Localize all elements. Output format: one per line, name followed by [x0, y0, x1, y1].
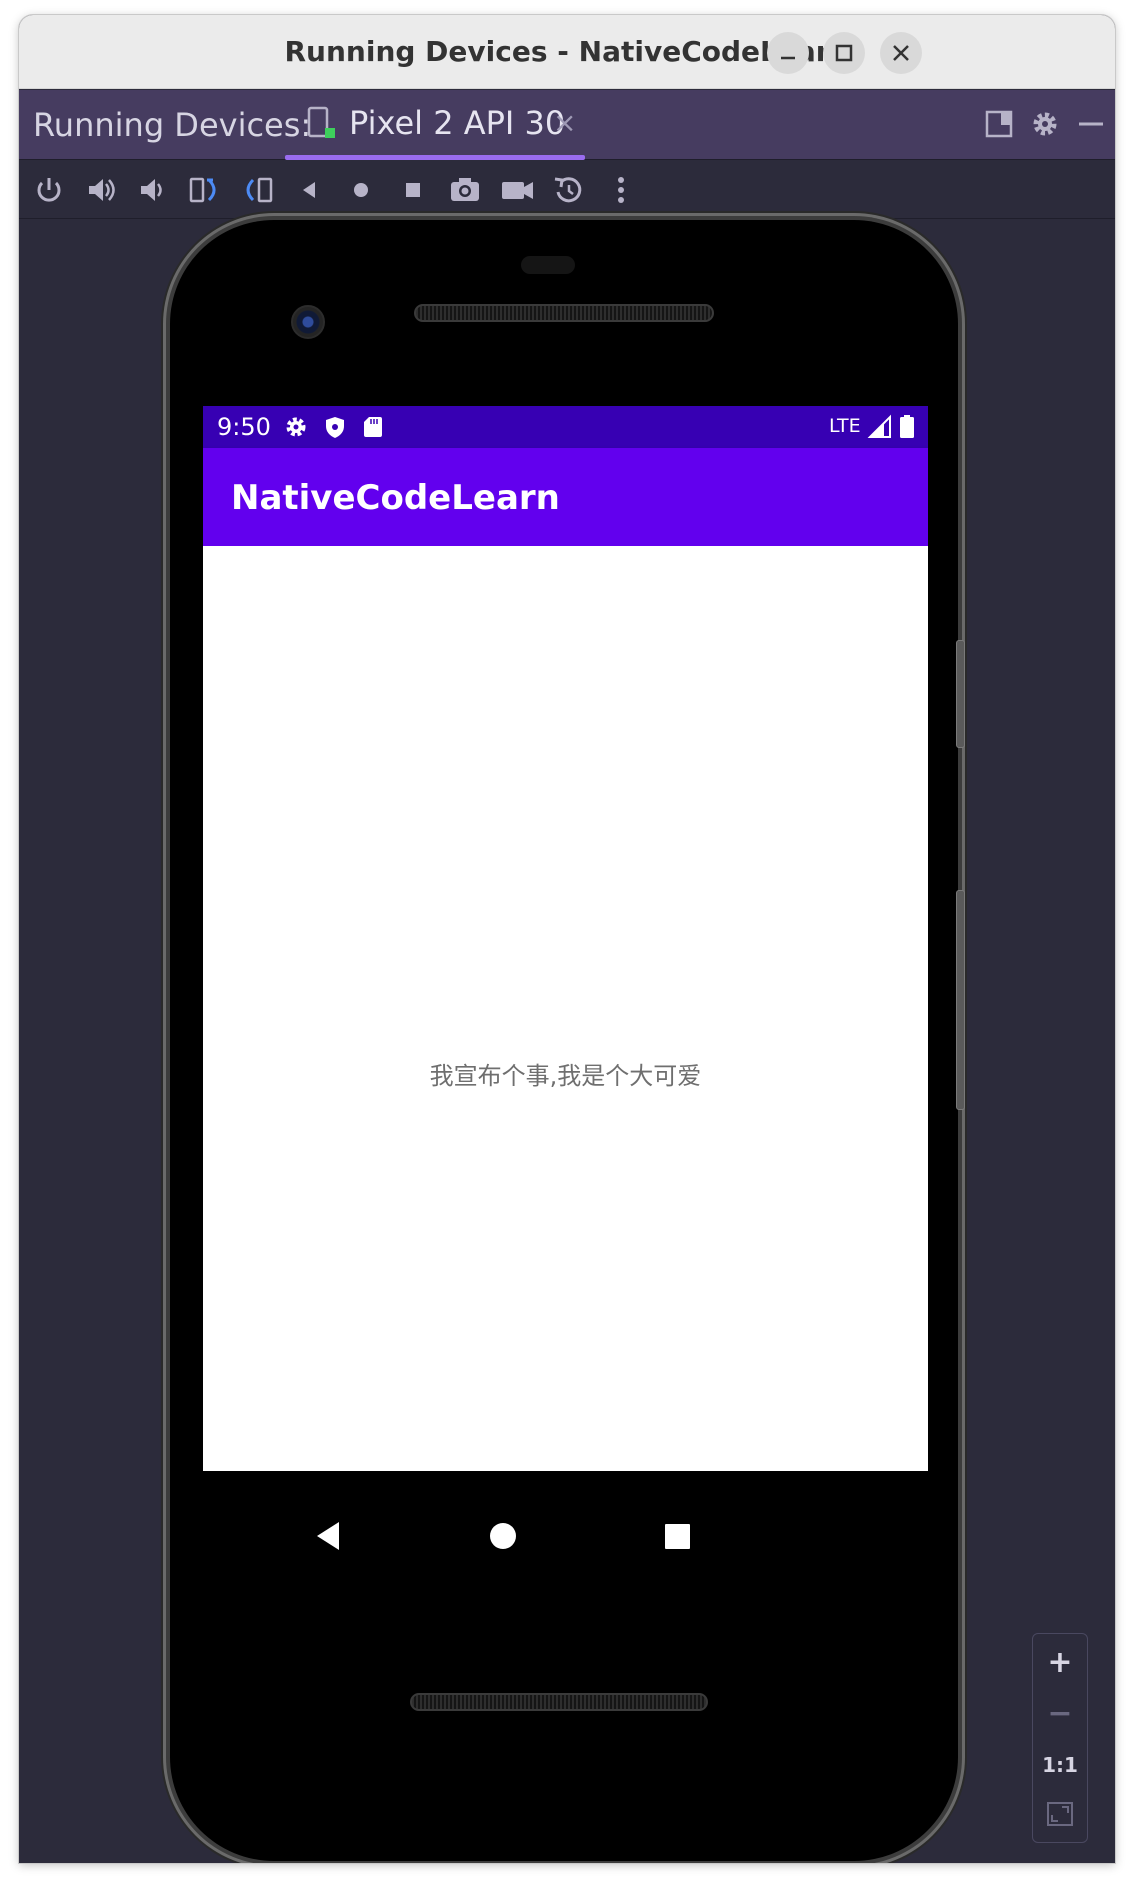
app-title: NativeCodeLearn [231, 478, 560, 518]
volume-side-button [956, 890, 965, 1110]
emulator-toolbar [19, 161, 1115, 219]
tab-selected-indicator [285, 155, 585, 160]
gear-icon[interactable] [1025, 104, 1065, 144]
top-speaker [414, 304, 714, 322]
overview-icon[interactable] [393, 170, 433, 210]
actual-size-button[interactable]: 1:1 [1033, 1740, 1087, 1790]
device-display-area: 9:50 LTE NativeCodeLearn 我宣布个事,我是个大可爱 + … [19, 220, 1115, 1863]
device-frame: 9:50 LTE NativeCodeLearn 我宣布个事,我是个大可爱 [170, 220, 965, 1861]
nav-home-icon[interactable] [473, 1506, 533, 1566]
tab-label: Pixel 2 API 30 [349, 104, 566, 142]
maximize-window-button[interactable] [823, 32, 865, 74]
zoom-out-button[interactable]: − [1033, 1689, 1087, 1739]
snapshot-icon[interactable] [549, 170, 589, 210]
close-window-button[interactable] [880, 32, 922, 74]
rotate-left-icon[interactable] [185, 170, 225, 210]
settings-icon [286, 417, 306, 437]
navigation-bar [203, 1471, 928, 1611]
proximity-sensor [521, 256, 575, 274]
device-screen[interactable]: 9:50 LTE NativeCodeLearn 我宣布个事,我是个大可爱 [203, 406, 928, 1611]
zoom-in-icon: + [1047, 1645, 1073, 1680]
layout-icon[interactable] [979, 104, 1019, 144]
zoom-controls: + − 1:1 [1032, 1633, 1088, 1843]
tab-pixel-2-api-30[interactable]: Pixel 2 API 30 × [285, 90, 585, 160]
maximize-icon [835, 44, 853, 62]
nav-recents-icon[interactable] [647, 1506, 707, 1566]
power-icon[interactable] [29, 170, 69, 210]
home-icon[interactable] [341, 170, 381, 210]
minimize-icon [781, 56, 795, 60]
status-bar: 9:50 LTE [203, 406, 928, 448]
network-type: LTE [829, 415, 861, 437]
zoom-in-button[interactable]: + [1033, 1638, 1087, 1688]
tool-window-label: Running Devices: [33, 106, 312, 144]
battery-icon [900, 415, 914, 438]
volume-down-icon[interactable] [133, 170, 173, 210]
fit-screen-icon [1047, 1802, 1073, 1826]
status-time: 9:50 [217, 413, 271, 441]
power-side-button [956, 640, 965, 748]
device-icon [307, 106, 335, 138]
window-title: Running Devices - NativeCodeLearn [284, 35, 850, 68]
shield-icon [326, 417, 344, 438]
more-icon[interactable] [601, 170, 641, 210]
front-camera-icon [291, 305, 325, 339]
message-text: 我宣布个事,我是个大可爱 [429, 1062, 702, 1090]
volume-up-icon[interactable] [81, 170, 121, 210]
sd-card-icon [364, 417, 382, 437]
fit-screen-button[interactable] [1033, 1790, 1087, 1840]
close-icon [893, 45, 909, 61]
zoom-out-icon: − [1047, 1696, 1073, 1731]
minimize-window-button[interactable] [767, 32, 809, 74]
video-icon[interactable] [497, 170, 537, 210]
bottom-speaker [410, 1693, 708, 1711]
minimize-icon[interactable] [1071, 104, 1111, 144]
app-bar: NativeCodeLearn [203, 448, 928, 546]
running-devices-window: Running Devices - NativeCodeLearn Runnin… [19, 15, 1115, 1863]
tab-close-icon[interactable]: × [553, 106, 576, 139]
rotate-right-icon[interactable] [237, 170, 277, 210]
app-content: 我宣布个事,我是个大可爱 [203, 546, 928, 1471]
camera-icon[interactable] [445, 170, 485, 210]
signal-icon [867, 414, 891, 438]
actual-size-label: 1:1 [1042, 1753, 1078, 1777]
nav-back-icon[interactable] [299, 1506, 359, 1566]
tool-window-header: Running Devices: Pixel 2 API 30 × [19, 90, 1115, 160]
window-titlebar: Running Devices - NativeCodeLearn [19, 15, 1115, 89]
back-icon[interactable] [289, 170, 329, 210]
